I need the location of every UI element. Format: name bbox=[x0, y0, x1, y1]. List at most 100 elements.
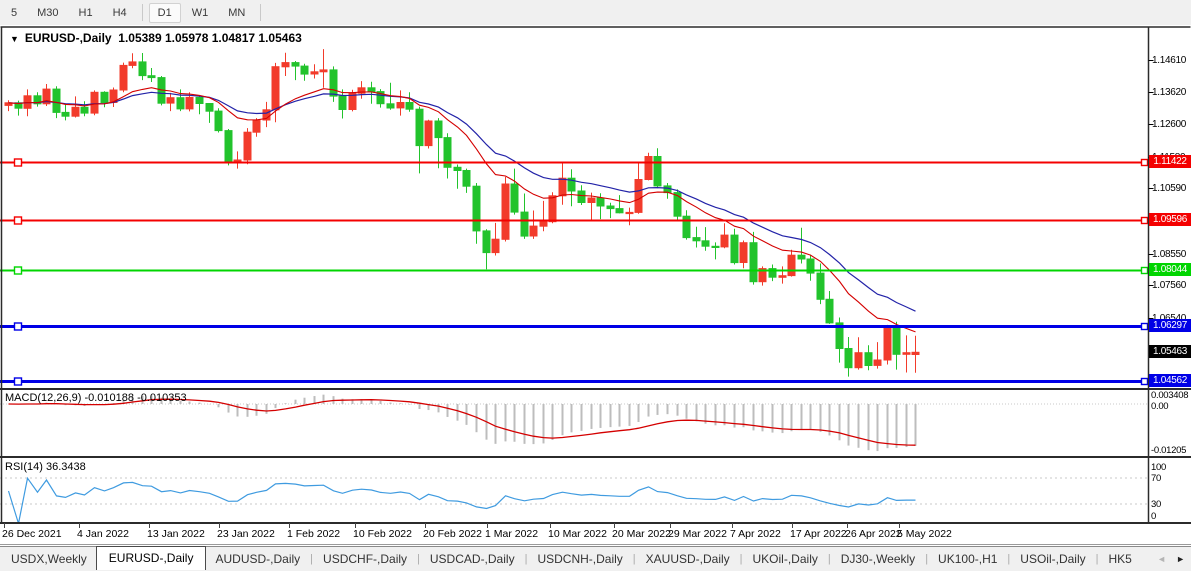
hline-left-handle[interactable] bbox=[15, 217, 22, 224]
candle-body bbox=[330, 70, 337, 96]
timeframe-button-h4[interactable]: H4 bbox=[104, 3, 136, 23]
tab-separator: | bbox=[310, 553, 313, 565]
chart-tab-hk5[interactable]: HK5 bbox=[1099, 549, 1140, 569]
candle-body bbox=[693, 238, 700, 241]
timeframe-button-mn[interactable]: MN bbox=[219, 3, 254, 23]
candle-body bbox=[320, 70, 327, 72]
chart-tab-usdx-weekly[interactable]: USDX,Weekly bbox=[2, 549, 96, 569]
hline-right-handle[interactable] bbox=[1142, 218, 1148, 224]
candle-body bbox=[654, 157, 661, 186]
candle-body bbox=[492, 239, 499, 252]
chart-tab-usdcad-daily[interactable]: USDCAD-,Daily bbox=[421, 549, 524, 569]
tab-scroll-right-icon[interactable]: ► bbox=[1176, 554, 1185, 564]
candle-body bbox=[435, 121, 442, 138]
candle-body bbox=[454, 167, 461, 170]
candle-body bbox=[206, 104, 213, 112]
candle-body bbox=[91, 92, 98, 113]
candle-body bbox=[53, 89, 60, 112]
candle-body bbox=[855, 353, 862, 368]
candle-body bbox=[607, 206, 614, 209]
macd-rsi-separator[interactable] bbox=[0, 456, 1191, 458]
candle-body bbox=[912, 352, 919, 354]
timeframe-button-5[interactable]: 5 bbox=[2, 3, 26, 23]
candle-body bbox=[683, 216, 690, 237]
chart-tab-uk100-h1[interactable]: UK100-,H1 bbox=[929, 549, 1006, 569]
candle-body bbox=[368, 88, 375, 92]
candle-body bbox=[865, 353, 872, 366]
chart-window: ▼EURUSD-,Daily 1.05389 1.05978 1.04817 1… bbox=[0, 25, 1191, 546]
toolbar-separator bbox=[142, 4, 143, 21]
hline-right-handle[interactable] bbox=[1142, 160, 1148, 166]
hline-right-handle[interactable] bbox=[1142, 324, 1148, 330]
hline-left-handle[interactable] bbox=[15, 378, 22, 385]
candle-body bbox=[177, 98, 184, 109]
main-macd-separator[interactable] bbox=[0, 388, 1191, 390]
candle-body bbox=[731, 235, 738, 263]
candle-body bbox=[463, 171, 470, 187]
candle-body bbox=[540, 222, 547, 227]
candle-body bbox=[196, 97, 203, 103]
hline-left-handle[interactable] bbox=[15, 323, 22, 330]
tab-separator: | bbox=[417, 553, 420, 565]
candle-body bbox=[416, 109, 423, 145]
candle-body bbox=[616, 209, 623, 213]
candle-body bbox=[139, 62, 146, 76]
candle-body bbox=[702, 241, 709, 246]
candle-body bbox=[903, 353, 910, 355]
candle-body bbox=[645, 157, 652, 180]
chart-tab-ukoil-daily[interactable]: UKOil-,Daily bbox=[744, 549, 827, 569]
chart-tab-eurusd-daily[interactable]: EURUSD-,Daily bbox=[96, 546, 207, 570]
timeframe-button-w1[interactable]: W1 bbox=[183, 3, 218, 23]
candle-body bbox=[253, 120, 260, 132]
hline-left-handle[interactable] bbox=[15, 159, 22, 166]
chart-tab-usoil-daily[interactable]: USOil-,Daily bbox=[1011, 549, 1094, 569]
timeframe-button-h1[interactable]: H1 bbox=[70, 3, 102, 23]
candle-body bbox=[282, 63, 289, 67]
hline-right-handle[interactable] bbox=[1142, 268, 1148, 274]
candle-body bbox=[483, 231, 490, 253]
candle-body bbox=[225, 131, 232, 161]
candle-body bbox=[721, 235, 728, 247]
tab-scroll-left-icon[interactable]: ◄ bbox=[1157, 554, 1166, 564]
candle-body bbox=[559, 178, 566, 196]
candle-body bbox=[750, 243, 757, 282]
candle-body bbox=[62, 112, 69, 116]
candle-body bbox=[626, 212, 633, 213]
timeframe-button-m30[interactable]: M30 bbox=[28, 3, 67, 23]
candle-body bbox=[588, 198, 595, 203]
tab-separator: | bbox=[828, 553, 831, 565]
candle-body bbox=[397, 103, 404, 108]
candle-body bbox=[874, 360, 881, 365]
candle-body bbox=[148, 76, 155, 78]
candle-body bbox=[826, 299, 833, 323]
tab-separator: | bbox=[925, 553, 928, 565]
chart-tab-usdcnh-daily[interactable]: USDCNH-,Daily bbox=[528, 549, 631, 569]
chart-tab-dj30-weekly[interactable]: DJ30-,Weekly bbox=[832, 549, 924, 569]
candle-body bbox=[502, 184, 509, 239]
chart-tab-usdchf-daily[interactable]: USDCHF-,Daily bbox=[314, 549, 416, 569]
timeframe-toolbar: 5M30H1H4 D1W1MN bbox=[0, 0, 1191, 25]
hline-left-handle[interactable] bbox=[15, 267, 22, 274]
price-chart-canvas[interactable] bbox=[0, 25, 1191, 546]
tab-separator: | bbox=[1007, 553, 1010, 565]
candle-body bbox=[578, 191, 585, 203]
rsi-date-separator bbox=[0, 522, 1191, 524]
candle-body bbox=[129, 62, 136, 66]
toolbar-separator bbox=[260, 4, 261, 21]
candle-body bbox=[740, 243, 747, 263]
candle-body bbox=[72, 107, 79, 116]
candle-body bbox=[234, 160, 241, 161]
candle-body bbox=[473, 186, 480, 231]
chart-tab-xauusd-daily[interactable]: XAUUSD-,Daily bbox=[637, 549, 739, 569]
timeframe-button-d1[interactable]: D1 bbox=[149, 3, 181, 23]
candle-body bbox=[244, 132, 251, 160]
candle-body bbox=[387, 104, 394, 108]
chart-tab-audusd-daily[interactable]: AUDUSD-,Daily bbox=[206, 549, 309, 569]
candle-body bbox=[817, 273, 824, 299]
tab-separator: | bbox=[525, 553, 528, 565]
candle-body bbox=[101, 92, 108, 102]
candle-body bbox=[272, 67, 279, 110]
hline-right-handle[interactable] bbox=[1142, 379, 1148, 385]
candle-body bbox=[893, 328, 900, 354]
candle-body bbox=[798, 255, 805, 259]
